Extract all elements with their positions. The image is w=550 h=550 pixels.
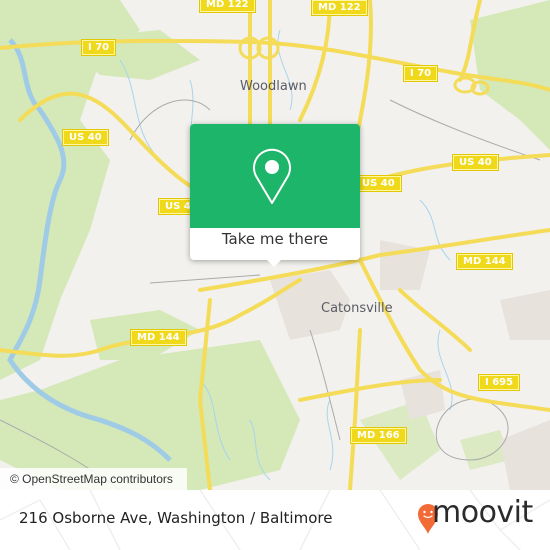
map-attribution[interactable]: © OpenStreetMap contributors [0,468,187,490]
road-shield-md122-left: MD 122 [199,0,256,13]
take-me-there-button[interactable]: Take me there [190,230,360,248]
road-shield-us40-center: US 40 [355,175,402,192]
road-shield-us40-left: US 40 [62,129,109,146]
footer-bar: 216 Osborne Ave, Washington / Baltimore … [0,490,550,550]
moovit-logo-text: moovit [432,495,533,530]
road-shield-md122: MD 122 [311,0,368,16]
take-me-there-popup[interactable]: Take me there [190,124,360,267]
place-label-woodlawn: Woodlawn [240,79,307,94]
road-shield-i70-right: I 70 [402,65,439,82]
road-shield-md144-left: MD 144 [130,329,187,346]
popup-pointer [265,258,283,267]
popup-header [190,124,360,228]
road-shield-us40-right: US 40 [452,154,499,171]
map-view[interactable]: MD 122 MD 122 I 70 I 70 US 40 US 40 US 4… [0,0,550,490]
road-shield-md144-right: MD 144 [456,253,513,270]
road-shield-md166: MD 166 [350,427,407,444]
address-text: 216 Osborne Ave, Washington / Baltimore [19,509,333,527]
map-pin-icon [253,148,291,204]
road-shield-i695: I 695 [477,374,521,391]
road-shield-i70-left: I 70 [80,39,117,56]
place-label-catonsville: Catonsville [321,301,393,316]
